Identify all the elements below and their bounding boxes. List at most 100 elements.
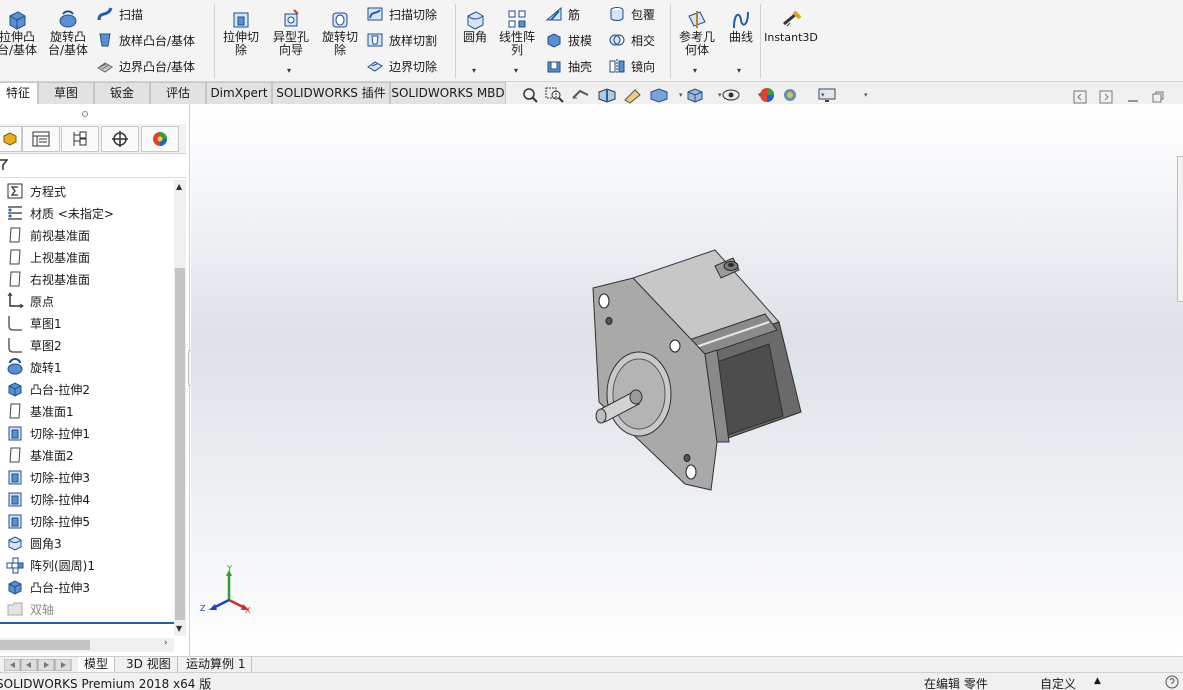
linear-pattern-button[interactable]: 线性阵 列 [496,8,538,57]
swept-cut-button[interactable]: 扫描切除 [366,4,437,24]
extrude-cut-button[interactable]: 拉伸切 除 [218,8,264,57]
restore-icon[interactable] [1151,90,1165,104]
rollback-bar[interactable] [0,622,174,624]
tree-item-dual-shaft[interactable]: 双轴 [6,598,54,620]
tree-item-front-plane[interactable]: 前视基准面 [6,224,90,246]
scroll-down-icon[interactable]: ▼ [176,624,182,633]
curves-button[interactable]: 曲线 [724,8,758,44]
previous-view-icon[interactable] [570,86,592,104]
boundary-cut-button[interactable]: 边界切除 [366,56,437,76]
section-view-icon[interactable] [596,86,618,104]
scroll-up-icon[interactable]: ▲ [176,182,182,191]
instant3d-button[interactable]: Instant3D [764,8,818,44]
tab-sheet-metal[interactable]: 钣金 [94,82,150,104]
task-pane-tab[interactable] [1177,156,1183,302]
tab-mbd[interactable]: SOLIDWORKS MBD [390,82,506,104]
scroll-right-icon[interactable]: › [164,638,168,648]
plane-icon [9,227,21,243]
lofted-cut-button[interactable]: 放样切割 [366,30,437,50]
revolve-cut-button[interactable]: 旋转切 除 [318,8,362,57]
tree-item-cut-extrude5[interactable]: 切除-拉伸5 [6,510,90,532]
tab-3d-view[interactable]: 3D 视图 [120,657,178,673]
tree-item-cut-extrude1[interactable]: 切除-拉伸1 [6,422,90,444]
tab-features[interactable]: 特征 [0,82,38,104]
tree-item-plane1[interactable]: 基准面1 [6,400,74,422]
view-orientation-icon[interactable] [648,86,670,104]
view-settings-icon[interactable] [816,86,838,104]
graphics-area[interactable]: Y X Z [191,104,1183,656]
hscroll-thumb[interactable] [0,640,90,650]
tree-item-cut-extrude3[interactable]: 切除-拉伸3 [6,466,90,488]
tab-feature-manager[interactable] [0,126,22,152]
apply-scene-icon[interactable] [780,86,802,104]
hole-wizard-dropdown[interactable]: ▾ [287,66,291,75]
view-settings-dropdown[interactable]: ▾ [864,91,868,99]
display-style-icon[interactable] [684,86,706,104]
tab-sketch[interactable]: 草图 [38,82,94,104]
zoom-to-area-icon[interactable] [544,86,566,104]
tree-item-sketch1[interactable]: 草图1 [6,312,62,334]
tree-item-boss-extrude3[interactable]: 凸台-拉伸3 [6,576,90,598]
tree-item-origin[interactable]: 原点 [6,290,54,312]
wrap-button[interactable]: 包覆 [608,4,655,24]
tree-item-fillet3[interactable]: 圆角3 [6,532,62,554]
fillet-button[interactable]: 圆角 [458,8,492,44]
draft-button[interactable]: 拔模 [545,30,592,50]
tree-item-cut-extrude4[interactable]: 切除-拉伸4 [6,488,90,510]
tab-addins[interactable]: SOLIDWORKS 插件 [272,82,390,104]
tab-display-manager[interactable] [141,126,179,152]
intersect-button[interactable]: 相交 [608,30,655,50]
tree-item-right-plane[interactable]: 右视基准面 [6,268,90,290]
boundary-boss-button[interactable]: 边界凸台/基体 [96,56,195,76]
tree-item-plane2[interactable]: 基准面2 [6,444,74,466]
hide-show-items-icon[interactable] [720,86,742,104]
tab-configuration-manager[interactable] [61,126,99,152]
hide-show-dropdown[interactable]: ▾ [758,91,762,99]
tree-item-circular-pattern1[interactable]: 阵列(圆周)1 [6,554,95,576]
tab-dimxpert[interactable]: DimXpert [206,82,272,104]
tree-filter[interactable] [0,154,186,178]
shell-button[interactable]: 抽壳 [545,56,592,76]
scene-dropdown[interactable]: ▾ [821,91,825,99]
tree-horizontal-scrollbar[interactable]: › [0,638,174,652]
dynamic-annotation-icon[interactable] [622,86,644,104]
tab-model[interactable]: 模型 [78,657,116,673]
zoom-to-fit-icon[interactable] [520,86,540,104]
revolve-boss-button[interactable]: 旋转凸 台/基体 [44,8,92,57]
tab-evaluate[interactable]: 评估 [150,82,206,104]
fillet-dropdown[interactable]: ▾ [472,66,476,75]
intersect-icon [609,34,625,46]
reference-geometry-dropdown[interactable]: ▾ [693,66,697,75]
tree-item-boss-extrude2[interactable]: 凸台-拉伸2 [6,378,90,400]
loft-boss-button[interactable]: 放样凸台/基体 [96,30,195,50]
stepper-motor-model[interactable] [587,246,807,494]
tab-motion-study[interactable]: 运动算例 1 [180,657,253,673]
tree-item-top-plane[interactable]: 上视基准面 [6,246,90,268]
section-dropdown[interactable]: ▾ [679,91,683,99]
hole-wizard-button[interactable]: 异型孔 向导 [268,8,314,57]
panel-handle-icon[interactable] [81,110,89,118]
units-custom-text[interactable]: 自定义 [1040,675,1076,690]
curves-dropdown[interactable]: ▾ [737,66,741,75]
tab-dimxpert-manager[interactable] [101,126,139,152]
tile-right-icon[interactable] [1099,90,1113,104]
linear-pattern-dropdown[interactable]: ▾ [514,66,518,75]
tree-item-sketch2[interactable]: 草图2 [6,334,62,356]
help-icon[interactable] [1164,674,1180,690]
tile-left-icon[interactable] [1073,90,1087,104]
tab-nav-arrows-icon[interactable] [4,659,74,671]
reference-geometry-button[interactable]: 参考几 何体 [676,8,718,57]
tree-item-revolve1[interactable]: 旋转1 [6,356,62,378]
mirror-button[interactable]: 镜向 [608,56,655,76]
units-dropdown-icon[interactable]: ▲ [1094,676,1101,686]
tab-property-manager[interactable] [22,126,60,152]
tree-vertical-scrollbar[interactable]: ▲ ▼ [174,180,186,636]
display-style-dropdown[interactable]: ▾ [718,91,722,99]
scroll-thumb[interactable] [175,268,185,620]
extrude-boss-button[interactable]: 拉伸凸 台/基体 [0,8,40,57]
rib-button[interactable]: 筋 [545,4,580,24]
tree-item-material[interactable]: 材质 <未指定> [6,202,114,224]
minimize-icon[interactable] [1126,90,1140,104]
tree-item-equations[interactable]: 方程式 [6,180,66,202]
sweep-button[interactable]: 扫描 [96,4,143,24]
